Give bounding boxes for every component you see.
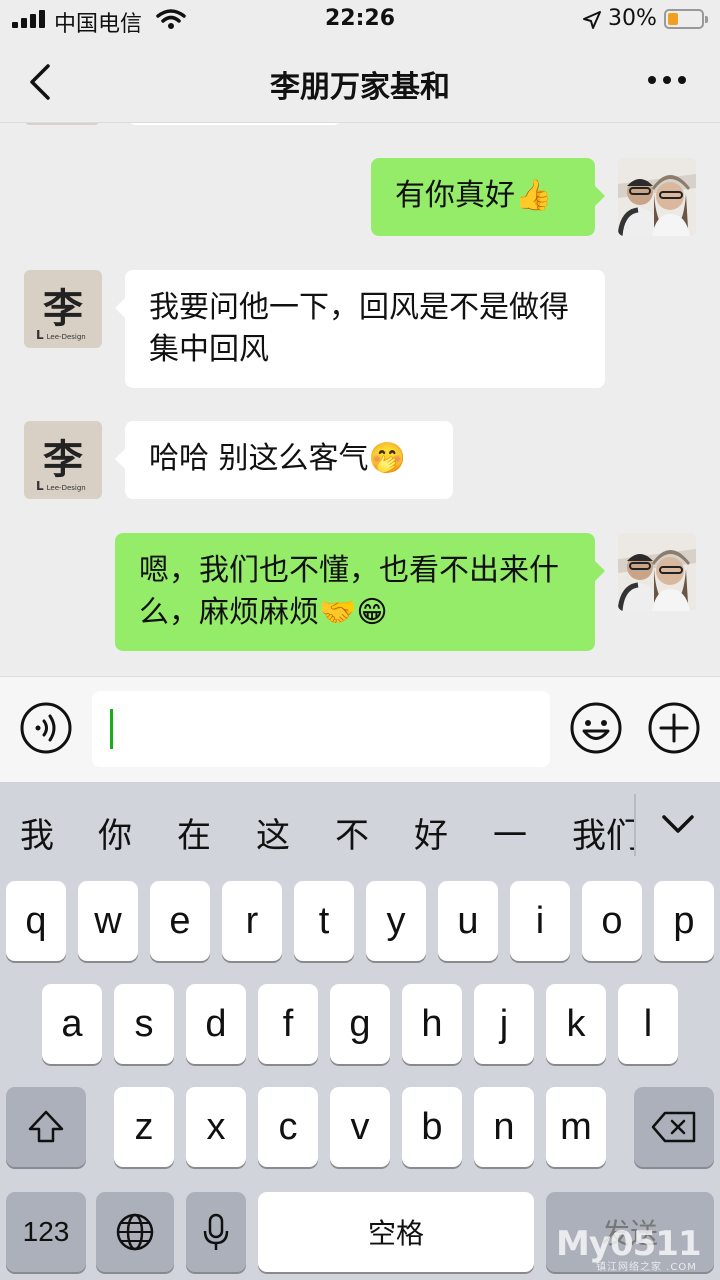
candidate-item[interactable]: 你 (98, 808, 132, 857)
backspace-key[interactable] (634, 1087, 714, 1167)
key-u[interactable]: u (438, 881, 498, 961)
key-q[interactable]: q (6, 881, 66, 961)
battery-icon (664, 9, 708, 29)
key-t[interactable]: t (294, 881, 354, 961)
mic-icon (203, 1213, 229, 1250)
location-icon (583, 11, 601, 29)
key-m[interactable]: m (546, 1087, 606, 1167)
chat-header: 李朋万家基和 (0, 40, 720, 123)
voice-icon[interactable] (20, 702, 72, 754)
backspace-icon (651, 1111, 696, 1143)
message-input[interactable] (92, 691, 550, 767)
avatar-partial (24, 123, 100, 125)
avatar-char: 李 (43, 436, 83, 483)
my-avatar[interactable] (618, 533, 696, 611)
site-watermark: My0511 镇江网络之家 .COM (556, 1224, 702, 1273)
key-s[interactable]: s (114, 984, 174, 1064)
message-bubble-incoming[interactable]: 我要问他一下，回风是不是做得集中回风 (115, 270, 605, 388)
message-bubble-outgoing[interactable]: 有你真好👍 (371, 158, 605, 236)
shift-icon (28, 1110, 64, 1143)
message-bubble-incoming[interactable]: 哈哈 别这么客气🤭 (115, 421, 453, 499)
bubble-partial (128, 123, 342, 125)
candidate-item[interactable]: 我们 (572, 808, 634, 857)
key-g[interactable]: g (330, 984, 390, 1064)
plus-icon[interactable] (648, 702, 700, 754)
shift-key[interactable] (6, 1087, 86, 1167)
key-h[interactable]: h (402, 984, 462, 1064)
key-w[interactable]: w (78, 881, 138, 961)
key-o[interactable]: o (582, 881, 642, 961)
candidate-bar: 我 你 在 这 不 好 一 我们 (0, 782, 720, 878)
candidate-item[interactable]: 在 (177, 808, 211, 857)
candidate-divider (634, 794, 636, 856)
avatar-char: 李 (43, 285, 83, 332)
key-i[interactable]: i (510, 881, 570, 961)
more-dots-icon[interactable] (648, 76, 688, 86)
key-f[interactable]: f (258, 984, 318, 1064)
couple-photo-icon (618, 533, 696, 611)
key-e[interactable]: e (150, 881, 210, 961)
contact-avatar[interactable]: 李 L Lee-Design (24, 421, 102, 499)
message-text: 哈哈 别这么客气🤭 (149, 441, 406, 476)
chat-title: 李朋万家基和 (270, 70, 450, 105)
mic-key[interactable] (186, 1192, 246, 1272)
globe-key[interactable] (96, 1192, 174, 1272)
key-k[interactable]: k (546, 984, 606, 1064)
my-avatar[interactable] (618, 158, 696, 236)
numbers-key-label: 123 (22, 1216, 70, 1247)
key-j[interactable]: j (474, 984, 534, 1064)
key-l[interactable]: l (618, 984, 678, 1064)
message-text: 嗯，我们也不懂，也看不出来什么，麻烦麻烦🤝😁 (139, 553, 559, 630)
key-z[interactable]: z (114, 1087, 174, 1167)
key-a[interactable]: a (42, 984, 102, 1064)
key-y[interactable]: y (366, 881, 426, 961)
numbers-key[interactable]: 123 (6, 1192, 86, 1272)
key-d[interactable]: d (186, 984, 246, 1064)
couple-photo-icon (618, 158, 696, 236)
status-bar: 中国电信 22:26 30% (0, 0, 720, 40)
message-list[interactable]: 有你真好👍 李 L Lee-Design 我要问他一下，回风是不是做得集中回风 李… (0, 123, 720, 676)
input-bar (0, 676, 720, 783)
candidate-item[interactable]: 不 (335, 808, 369, 857)
candidate-item[interactable]: 一 (493, 808, 527, 857)
space-key[interactable]: 空格 (258, 1192, 534, 1272)
candidate-item[interactable]: 好 (414, 808, 448, 857)
candidate-item[interactable]: 这 (256, 808, 290, 857)
message-text: 我要问他一下，回风是不是做得集中回风 (149, 290, 569, 367)
message-text: 有你真好👍 (395, 178, 553, 213)
space-key-label: 空格 (367, 1218, 424, 1249)
candidate-item[interactable]: 我 (20, 808, 54, 857)
contact-avatar[interactable]: 李 L Lee-Design (24, 270, 102, 348)
text-cursor (110, 709, 113, 749)
message-bubble-outgoing[interactable]: 嗯，我们也不懂，也看不出来什么，麻烦麻烦🤝😁 (115, 533, 605, 651)
key-x[interactable]: x (186, 1087, 246, 1167)
key-b[interactable]: b (402, 1087, 462, 1167)
battery-percent: 30% (608, 6, 657, 31)
key-r[interactable]: r (222, 881, 282, 961)
globe-icon (116, 1213, 154, 1251)
key-v[interactable]: v (330, 1087, 390, 1167)
emoji-icon[interactable] (570, 702, 622, 754)
chevron-down-icon[interactable] (660, 812, 696, 836)
key-p[interactable]: p (654, 881, 714, 961)
keyboard: 我 你 在 这 不 好 一 我们 q w e r t y u i o p a s… (0, 782, 720, 1280)
avatar-brand: L Lee-Design (36, 328, 86, 342)
key-c[interactable]: c (258, 1087, 318, 1167)
avatar-brand: L Lee-Design (36, 479, 86, 493)
key-n[interactable]: n (474, 1087, 534, 1167)
